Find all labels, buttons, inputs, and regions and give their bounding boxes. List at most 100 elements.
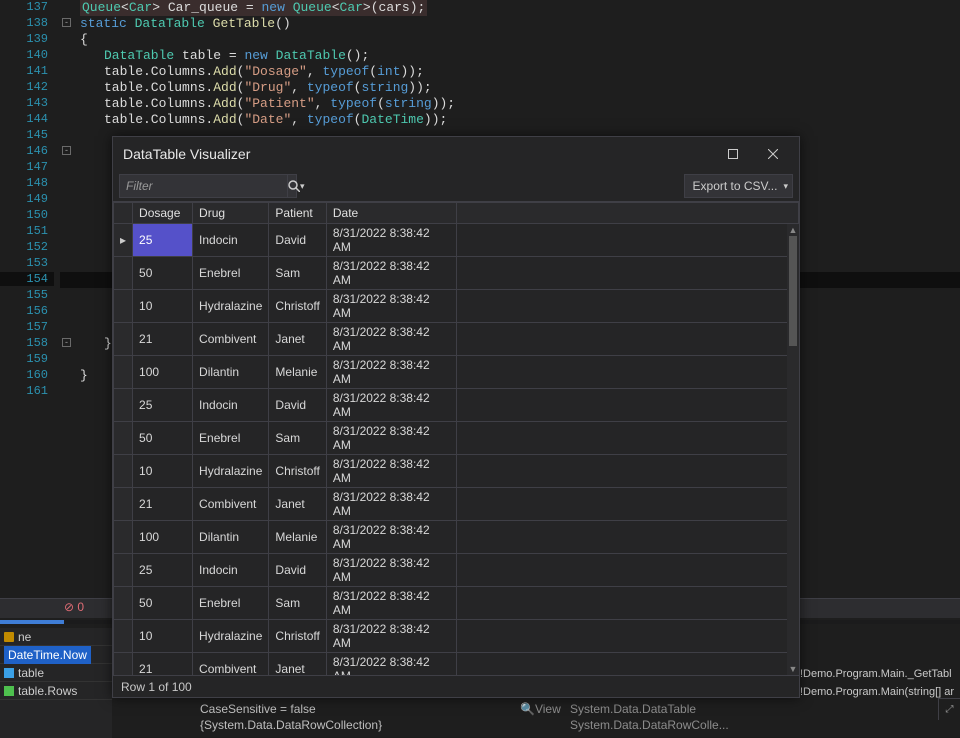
cell-date[interactable]: 8/31/2022 8:38:42 AM <box>326 422 456 455</box>
cell-dosage[interactable]: 21 <box>133 653 193 676</box>
data-grid[interactable]: Dosage Drug Patient Date ▸25IndocinDavid… <box>113 202 799 675</box>
cell-blank[interactable] <box>456 554 798 587</box>
cell-patient[interactable]: Christoff <box>269 290 326 323</box>
cell-dosage[interactable]: 21 <box>133 488 193 521</box>
cell-patient[interactable]: David <box>269 389 326 422</box>
row-header-cell[interactable] <box>114 653 133 676</box>
code-line[interactable]: DataTable table = new DataTable(); <box>104 48 369 64</box>
cell-blank[interactable] <box>456 323 798 356</box>
cell-patient[interactable]: David <box>269 224 326 257</box>
stack-frame[interactable]: !Demo.Program.Main._GetTabl <box>800 668 960 686</box>
scroll-down-icon[interactable]: ▼ <box>787 663 799 675</box>
watch-item[interactable]: DateTime.Now <box>0 646 112 664</box>
row-header-cell[interactable] <box>114 290 133 323</box>
row-header-cell[interactable] <box>114 257 133 290</box>
row-header-cell[interactable] <box>114 323 133 356</box>
dialog-titlebar[interactable]: DataTable Visualizer <box>113 137 799 171</box>
table-row[interactable]: 25IndocinDavid8/31/2022 8:38:42 AM <box>114 554 799 587</box>
error-count[interactable]: ⊘ 0 <box>64 600 84 614</box>
cell-drug[interactable]: Indocin <box>193 224 269 257</box>
code-line[interactable]: table.Columns.Add("Dosage", typeof(int))… <box>104 64 424 80</box>
close-button[interactable] <box>753 140 793 168</box>
cell-dosage[interactable]: 10 <box>133 455 193 488</box>
cell-date[interactable]: 8/31/2022 8:38:42 AM <box>326 521 456 554</box>
cell-drug[interactable]: Combivent <box>193 488 269 521</box>
column-header-patient[interactable]: Patient <box>269 203 326 224</box>
cell-drug[interactable]: Combivent <box>193 323 269 356</box>
cell-date[interactable]: 8/31/2022 8:38:42 AM <box>326 587 456 620</box>
table-row[interactable]: 21CombiventJanet8/31/2022 8:38:42 AM <box>114 653 799 676</box>
cell-drug[interactable]: Hydralazine <box>193 455 269 488</box>
code-line[interactable]: table.Columns.Add("Patient", typeof(stri… <box>104 96 455 112</box>
code-line[interactable]: static DataTable GetTable() <box>80 16 291 32</box>
column-header-date[interactable]: Date <box>326 203 456 224</box>
table-row[interactable]: 100DilantinMelanie8/31/2022 8:38:42 AM <box>114 356 799 389</box>
cell-dosage[interactable]: 50 <box>133 587 193 620</box>
table-row[interactable]: 50EnebrelSam8/31/2022 8:38:42 AM <box>114 422 799 455</box>
stack-frame[interactable]: !Demo.Program.Main(string[] ar <box>800 686 960 704</box>
cell-patient[interactable]: David <box>269 554 326 587</box>
table-row[interactable]: 21CombiventJanet8/31/2022 8:38:42 AM <box>114 323 799 356</box>
cell-patient[interactable]: Janet <box>269 488 326 521</box>
cell-blank[interactable] <box>456 653 798 676</box>
table-row[interactable]: 50EnebrelSam8/31/2022 8:38:42 AM <box>114 587 799 620</box>
cell-blank[interactable] <box>456 422 798 455</box>
watch-item[interactable]: table.Rows <box>0 682 112 700</box>
cell-dosage[interactable]: 25 <box>133 389 193 422</box>
export-button[interactable]: Export to CSV... ▾ <box>684 174 793 198</box>
table-row[interactable]: 10HydralazineChristoff8/31/2022 8:38:42 … <box>114 620 799 653</box>
cell-dosage[interactable]: 50 <box>133 422 193 455</box>
cell-dosage[interactable]: 25 <box>133 224 193 257</box>
cell-drug[interactable]: Indocin <box>193 554 269 587</box>
fold-toggle-icon[interactable]: - <box>62 18 71 27</box>
cell-date[interactable]: 8/31/2022 8:38:42 AM <box>326 290 456 323</box>
code-line[interactable]: table.Columns.Add("Date", typeof(DateTim… <box>104 112 447 128</box>
cell-patient[interactable]: Sam <box>269 422 326 455</box>
cell-date[interactable]: 8/31/2022 8:38:42 AM <box>326 488 456 521</box>
cell-dosage[interactable]: 100 <box>133 521 193 554</box>
cell-blank[interactable] <box>456 290 798 323</box>
scroll-up-icon[interactable]: ▲ <box>787 224 799 236</box>
cell-date[interactable]: 8/31/2022 8:38:42 AM <box>326 323 456 356</box>
row-header-cell[interactable] <box>114 620 133 653</box>
cell-blank[interactable] <box>456 455 798 488</box>
cell-blank[interactable] <box>456 488 798 521</box>
cell-dosage[interactable]: 10 <box>133 620 193 653</box>
cell-drug[interactable]: Hydralazine <box>193 620 269 653</box>
column-header-dosage[interactable]: Dosage <box>133 203 193 224</box>
table-row[interactable]: 50EnebrelSam8/31/2022 8:38:42 AM <box>114 257 799 290</box>
cell-drug[interactable]: Hydralazine <box>193 290 269 323</box>
search-button[interactable] <box>287 175 300 197</box>
cell-dosage[interactable]: 25 <box>133 554 193 587</box>
cell-drug[interactable]: Combivent <box>193 653 269 676</box>
filter-input[interactable] <box>120 179 287 193</box>
code-line[interactable]: } <box>80 368 88 384</box>
cell-patient[interactable]: Sam <box>269 257 326 290</box>
cell-date[interactable]: 8/31/2022 8:38:42 AM <box>326 356 456 389</box>
row-header-cell[interactable] <box>114 389 133 422</box>
view-link[interactable]: 🔍View <box>520 702 561 716</box>
cell-patient[interactable]: Christoff <box>269 620 326 653</box>
cell-blank[interactable] <box>456 521 798 554</box>
row-header-cell[interactable] <box>114 587 133 620</box>
cell-drug[interactable]: Enebrel <box>193 257 269 290</box>
fold-toggle-icon[interactable]: - <box>62 338 71 347</box>
cell-blank[interactable] <box>456 257 798 290</box>
cell-dosage[interactable]: 50 <box>133 257 193 290</box>
vertical-scrollbar[interactable]: ▲ ▼ <box>787 224 799 675</box>
watch-window[interactable]: neDateTime.Nowtabletable.Rows <box>0 628 112 738</box>
row-header-cell[interactable] <box>114 356 133 389</box>
column-header-drug[interactable]: Drug <box>193 203 269 224</box>
cell-drug[interactable]: Enebrel <box>193 587 269 620</box>
scroll-thumb[interactable] <box>789 236 797 346</box>
cell-date[interactable]: 8/31/2022 8:38:42 AM <box>326 554 456 587</box>
code-line[interactable]: } <box>104 336 112 352</box>
row-header-cell[interactable]: ▸ <box>114 224 133 257</box>
cell-drug[interactable]: Enebrel <box>193 422 269 455</box>
cell-patient[interactable]: Melanie <box>269 521 326 554</box>
cell-date[interactable]: 8/31/2022 8:38:42 AM <box>326 257 456 290</box>
code-line[interactable]: { <box>80 32 88 48</box>
cell-blank[interactable] <box>456 587 798 620</box>
cell-blank[interactable] <box>456 389 798 422</box>
maximize-button[interactable] <box>713 140 753 168</box>
